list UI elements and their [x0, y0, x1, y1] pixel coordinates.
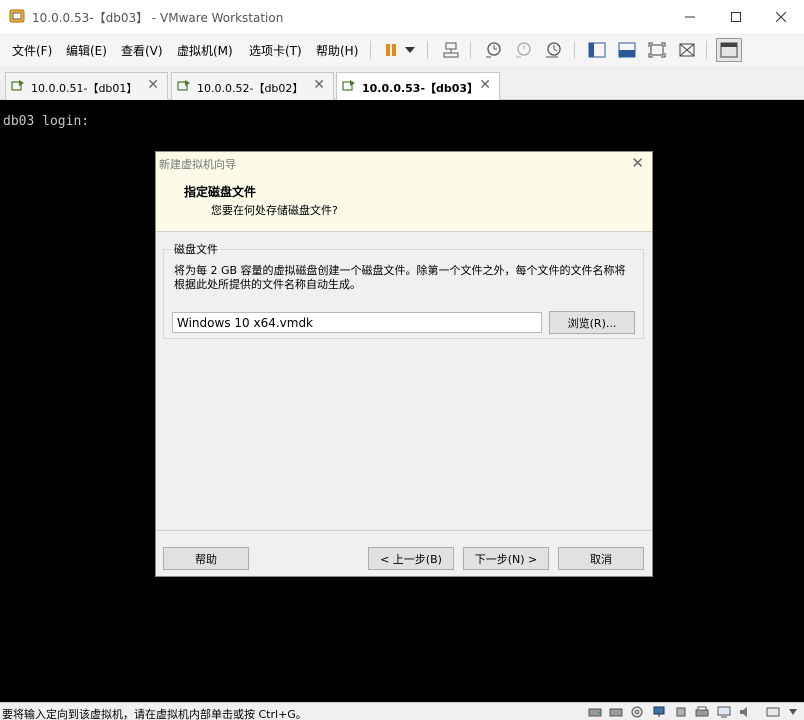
menu-file[interactable]: 文件(F) — [12, 42, 52, 59]
maximize-button[interactable] — [713, 0, 759, 33]
cd-dvd-icon[interactable] — [630, 706, 644, 718]
expand-status-icon[interactable] — [786, 706, 800, 718]
close-icon — [776, 11, 786, 22]
unity-icon — [679, 43, 695, 57]
disk-file-description: 将为每 2 GB 容量的虚拟磁盘创建一个磁盘文件。除第一个文件之外，每个文件的文… — [174, 264, 626, 291]
take-snapshot-button[interactable] — [482, 39, 504, 61]
send-keys-icon — [443, 42, 459, 58]
toolbar-separator — [574, 41, 575, 59]
minimize-button[interactable] — [667, 0, 713, 33]
window-title: 10.0.0.53-【db03】 - VMware Workstation — [32, 11, 284, 25]
unity-button[interactable] — [676, 39, 698, 61]
snapshot-manager-button[interactable] — [542, 39, 564, 61]
menu-edit[interactable]: 编辑(E) — [66, 42, 107, 59]
menu-tabs[interactable]: 选项卡(T) — [249, 42, 302, 59]
tab-db03[interactable]: 10.0.0.53-【db03】 ✕ — [336, 72, 500, 101]
dialog-close-icon[interactable]: ✕ — [631, 154, 644, 172]
sound-card-icon[interactable] — [738, 706, 752, 718]
pause-icon — [386, 44, 396, 56]
pause-dropdown-button[interactable] — [402, 39, 418, 61]
snapshot-manager-icon — [546, 42, 561, 58]
menu-vm[interactable]: 虚拟机(M) — [177, 42, 233, 59]
display-icon[interactable] — [717, 706, 731, 718]
help-button[interactable]: 帮助 — [163, 547, 249, 570]
next-button[interactable]: 下一步(N) > — [463, 547, 549, 570]
vm-tab-bar: 10.0.0.51-【db01】 ✕ 10.0.0.52-【db02】 ✕ 10… — [0, 66, 804, 101]
console-login-prompt: db03 login: — [3, 114, 90, 129]
minimize-icon — [685, 16, 695, 17]
dialog-divider — [156, 530, 652, 531]
status-bar: 要将输入定向到该虚拟机，请在虚拟机内部单击或按 Ctrl+G。 — [0, 702, 804, 720]
tab-db02[interactable]: 10.0.0.52-【db02】 ✕ — [171, 72, 334, 100]
disk-file-name-input[interactable] — [172, 312, 542, 333]
title-bar: 10.0.0.53-【db03】 - VMware Workstation — [0, 0, 804, 33]
tab-close-icon[interactable]: ✕ — [313, 77, 325, 93]
cancel-button[interactable]: 取消 — [558, 547, 644, 570]
menu-view[interactable]: 查看(V) — [121, 42, 163, 59]
menu-help[interactable]: 帮助(H) — [316, 42, 358, 59]
dialog-header: 新建虚拟机向导 ✕ 指定磁盘文件 您要在何处存储磁盘文件? — [156, 152, 652, 232]
console-view-icon — [618, 42, 636, 58]
toolbar-separator — [370, 41, 371, 59]
tab-label: 10.0.0.53-【db03】 — [362, 82, 479, 95]
tab-db01[interactable]: 10.0.0.51-【db01】 ✕ — [5, 72, 168, 100]
vmware-app-icon — [9, 9, 25, 23]
hard-disk-icon[interactable] — [588, 706, 602, 718]
tab-close-icon[interactable]: ✕ — [479, 77, 491, 93]
dropdown-arrow-icon — [405, 47, 415, 53]
vm-icon — [11, 80, 24, 91]
thumbnail-bar-button[interactable] — [716, 38, 742, 62]
hard-disk-icon[interactable] — [609, 706, 623, 718]
vm-icon — [177, 80, 190, 91]
console-view-button[interactable] — [616, 39, 638, 61]
group-label: 磁盘文件 — [172, 241, 220, 257]
revert-snapshot-button[interactable] — [512, 39, 534, 61]
dialog-heading: 指定磁盘文件 — [184, 185, 257, 199]
printer-icon[interactable] — [695, 706, 709, 718]
browse-button[interactable]: 浏览(R)... — [549, 311, 635, 334]
snapshot-take-icon — [486, 42, 501, 58]
dialog-title: 新建虚拟机向导 — [159, 158, 236, 171]
status-message: 要将输入定向到该虚拟机，请在虚拟机内部单击或按 Ctrl+G。 — [2, 708, 307, 720]
disk-file-group: 磁盘文件 将为每 2 GB 容量的虚拟磁盘创建一个磁盘文件。除第一个文件之外，每… — [163, 241, 644, 339]
maximize-icon — [731, 11, 741, 22]
network-adapter-icon[interactable] — [652, 706, 666, 718]
new-vm-wizard-dialog: 新建虚拟机向导 ✕ 指定磁盘文件 您要在何处存储磁盘文件? 磁盘文件 将为每 2… — [155, 151, 653, 577]
pause-button[interactable] — [380, 39, 402, 61]
library-icon — [588, 42, 606, 58]
vm-icon — [342, 80, 355, 91]
tab-close-icon[interactable]: ✕ — [147, 77, 159, 93]
toolbar-separator — [706, 41, 707, 59]
show-library-button[interactable] — [586, 39, 608, 61]
message-log-icon[interactable] — [766, 706, 780, 718]
close-window-button[interactable] — [758, 0, 804, 33]
back-button[interactable]: < 上一步(B) — [368, 547, 454, 570]
fullscreen-icon — [648, 42, 666, 58]
tab-label: 10.0.0.51-【db01】 — [31, 82, 138, 95]
toolbar-separator — [427, 41, 428, 59]
usb-device-icon[interactable] — [674, 706, 688, 718]
dialog-subheading: 您要在何处存储磁盘文件? — [211, 204, 338, 217]
snapshot-revert-icon — [516, 42, 531, 58]
full-screen-button[interactable] — [646, 39, 668, 61]
thumbnail-icon — [720, 42, 738, 58]
menu-toolbar: 文件(F) 编辑(E) 查看(V) 虚拟机(M) 选项卡(T) 帮助(H) — [0, 33, 804, 66]
tab-label: 10.0.0.52-【db02】 — [197, 82, 304, 95]
toolbar-separator — [470, 41, 471, 59]
send-ctrl-alt-del-button[interactable] — [440, 39, 462, 61]
